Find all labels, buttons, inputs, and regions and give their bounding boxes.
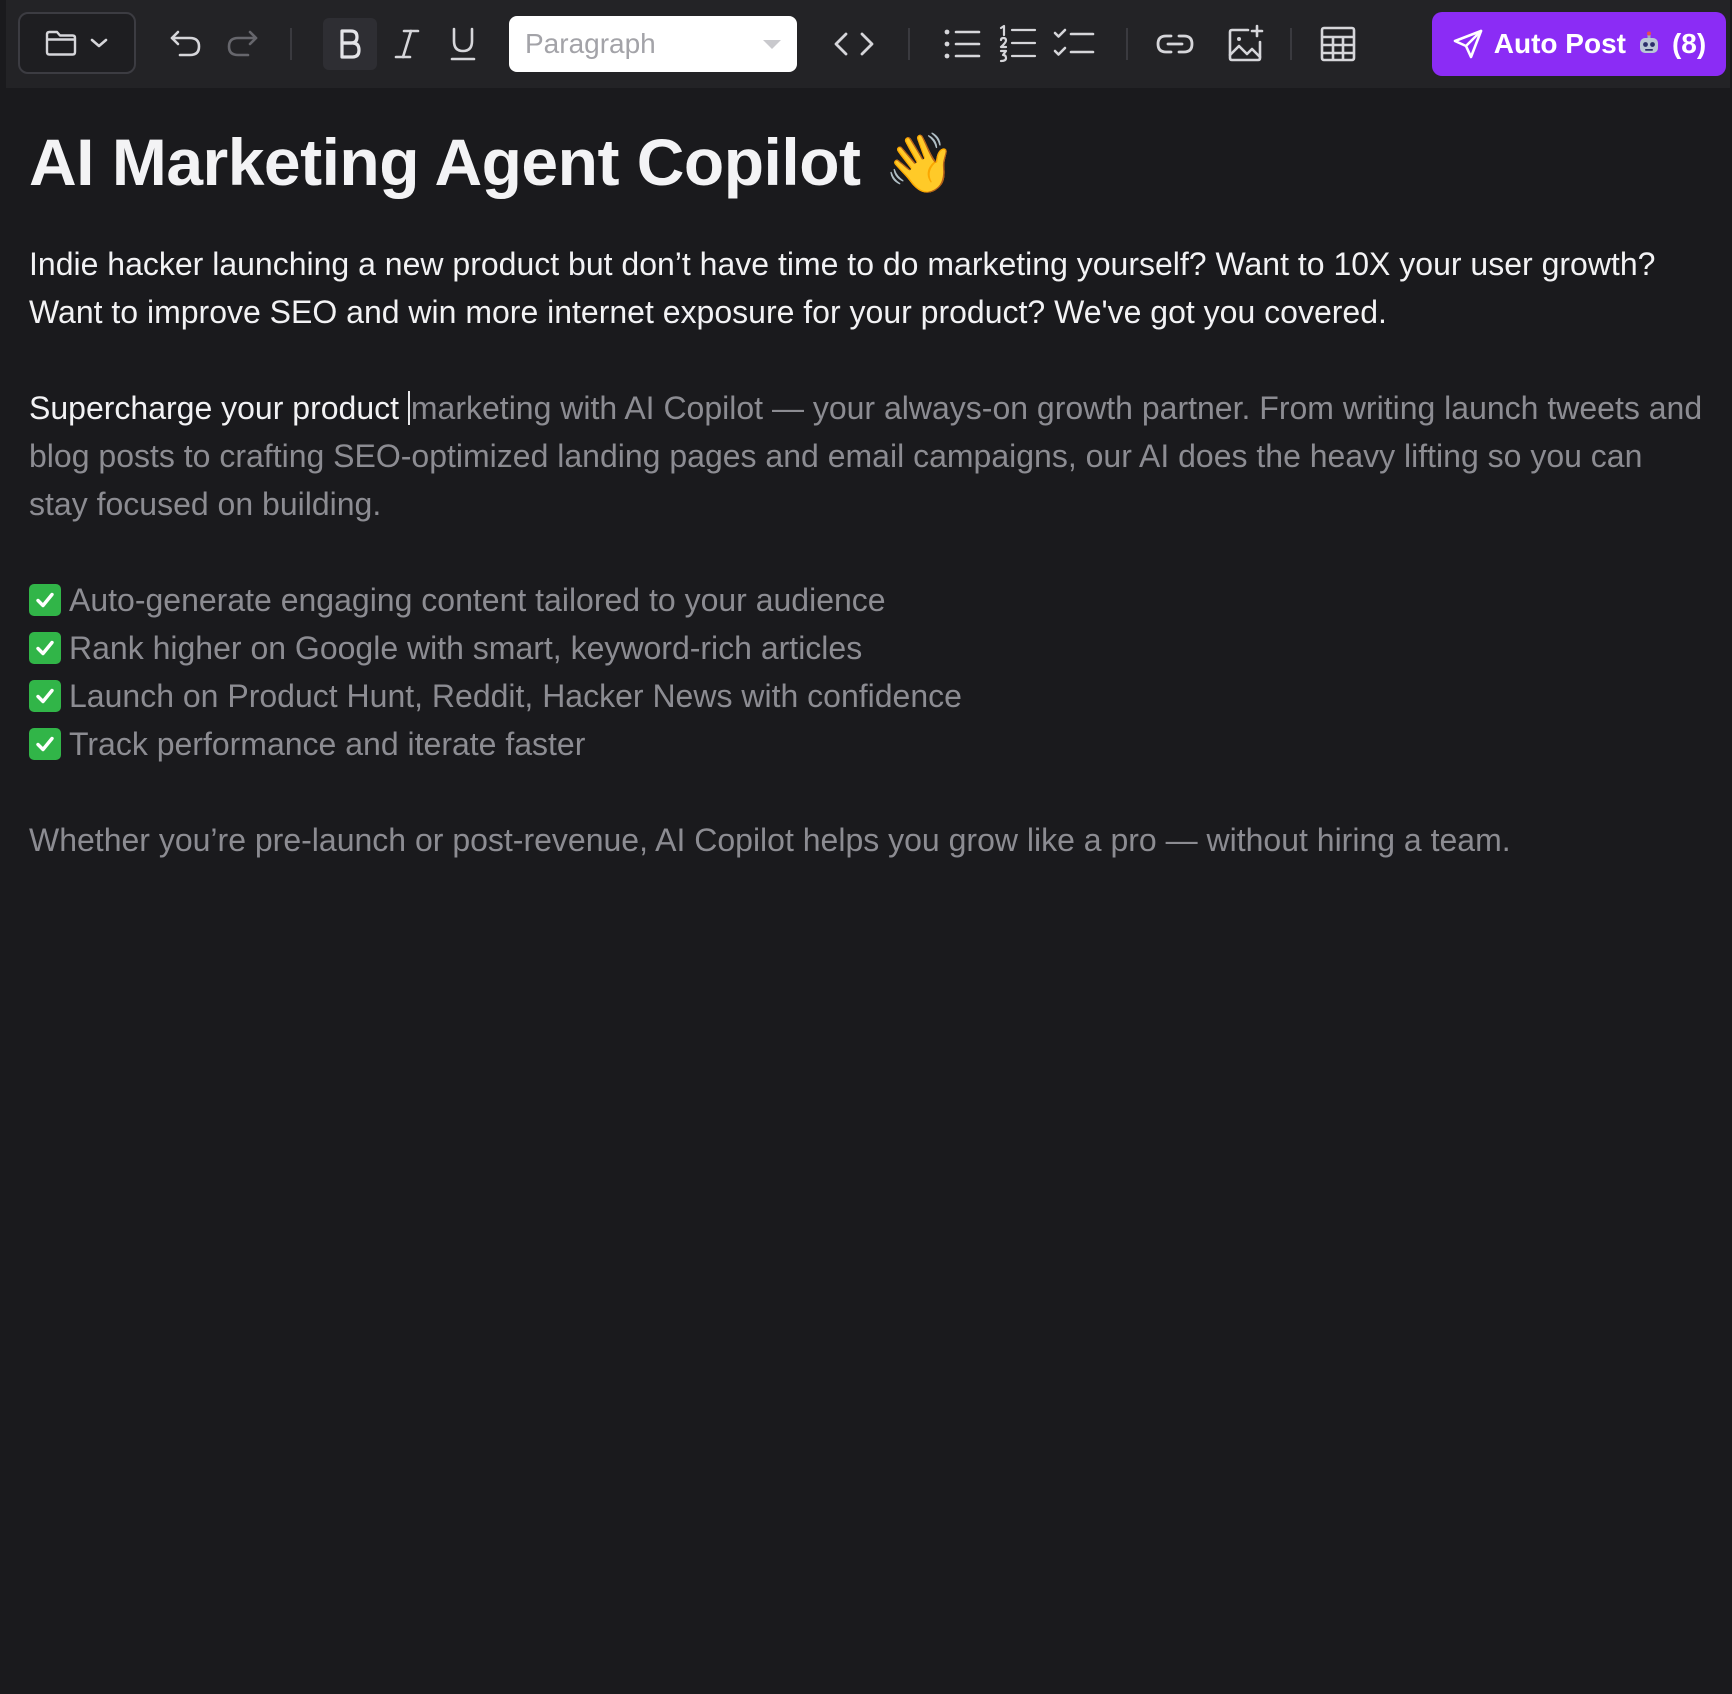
task-list-icon (1053, 27, 1095, 61)
auto-post-count: (8) (1671, 28, 1707, 59)
waving-hand-emoji: 👋 (884, 131, 957, 196)
feature-text: Auto-generate engaging content tailored … (69, 582, 886, 618)
redo-button[interactable] (222, 24, 262, 64)
folder-dropdown-button[interactable] (18, 12, 136, 74)
link-icon (1154, 31, 1196, 57)
document-title[interactable]: AI Marketing Agent Copilot 👋 (29, 118, 1709, 208)
italic-button[interactable] (384, 18, 430, 70)
folder-icon (44, 28, 78, 58)
auto-post-button[interactable]: Auto Post (8) (1432, 12, 1726, 76)
check-mark-icon (29, 584, 61, 616)
toolbar-separator (908, 28, 910, 60)
numbered-list-button[interactable] (996, 22, 1040, 66)
document-title-text: AI Marketing Agent Copilot (29, 125, 861, 199)
bold-icon (337, 28, 363, 60)
document-editor[interactable]: AI Marketing Agent Copilot 👋 Indie hacke… (29, 118, 1709, 864)
list-item: Rank higher on Google with smart, keywor… (29, 624, 1709, 672)
chevron-down-icon (88, 36, 110, 50)
auto-post-label: Auto Post (1493, 28, 1626, 59)
closing-paragraph[interactable]: Whether you’re pre-launch or post-revenu… (29, 816, 1709, 864)
undo-button[interactable] (166, 24, 206, 64)
toolbar-separator (1290, 28, 1292, 60)
underline-icon (449, 26, 477, 62)
redo-icon (224, 28, 260, 60)
link-button[interactable] (1151, 22, 1199, 66)
bullet-list-icon (942, 26, 982, 62)
code-button[interactable] (828, 22, 880, 66)
bullet-list-button[interactable] (940, 22, 984, 66)
undo-icon (168, 28, 204, 60)
add-image-icon (1226, 24, 1266, 64)
bold-button[interactable] (323, 18, 377, 70)
typed-text: Supercharge your product (29, 390, 408, 426)
numbered-list-icon (998, 24, 1038, 64)
check-mark-icon (29, 632, 61, 664)
feature-text: Rank higher on Google with smart, keywor… (69, 630, 863, 666)
feature-text: Launch on Product Hunt, Reddit, Hacker N… (69, 678, 962, 714)
suggestion-paragraph[interactable]: Supercharge your product marketing with … (29, 384, 1709, 528)
code-icon (832, 30, 876, 58)
list-item: Track performance and iterate faster (29, 720, 1709, 768)
italic-icon (393, 28, 421, 60)
intro-paragraph[interactable]: Indie hacker launching a new product but… (29, 240, 1709, 336)
text-cursor (407, 391, 410, 425)
list-item: Launch on Product Hunt, Reddit, Hacker N… (29, 672, 1709, 720)
toolbar-separator (1126, 28, 1128, 60)
add-image-button[interactable] (1222, 20, 1270, 68)
check-mark-icon (29, 680, 61, 712)
toolbar-separator (290, 28, 292, 60)
block-type-value: Paragraph (525, 28, 656, 59)
editor-app: Paragraph Auto Post (8) AI Marketing Age… (0, 0, 1732, 1694)
feature-list: Auto-generate engaging content tailored … (29, 576, 1709, 768)
toolbar: Paragraph Auto Post (8) (6, 0, 1730, 89)
robot-icon (1636, 31, 1662, 57)
underline-button[interactable] (440, 18, 486, 70)
table-button[interactable] (1314, 20, 1362, 68)
feature-text: Track performance and iterate faster (69, 726, 586, 762)
list-item: Auto-generate engaging content tailored … (29, 576, 1709, 624)
check-mark-icon (29, 728, 61, 760)
caret-down-icon (763, 39, 781, 49)
table-icon (1319, 25, 1357, 63)
send-icon (1452, 28, 1484, 60)
task-list-button[interactable] (1052, 22, 1096, 66)
block-type-select[interactable]: Paragraph (509, 16, 797, 72)
